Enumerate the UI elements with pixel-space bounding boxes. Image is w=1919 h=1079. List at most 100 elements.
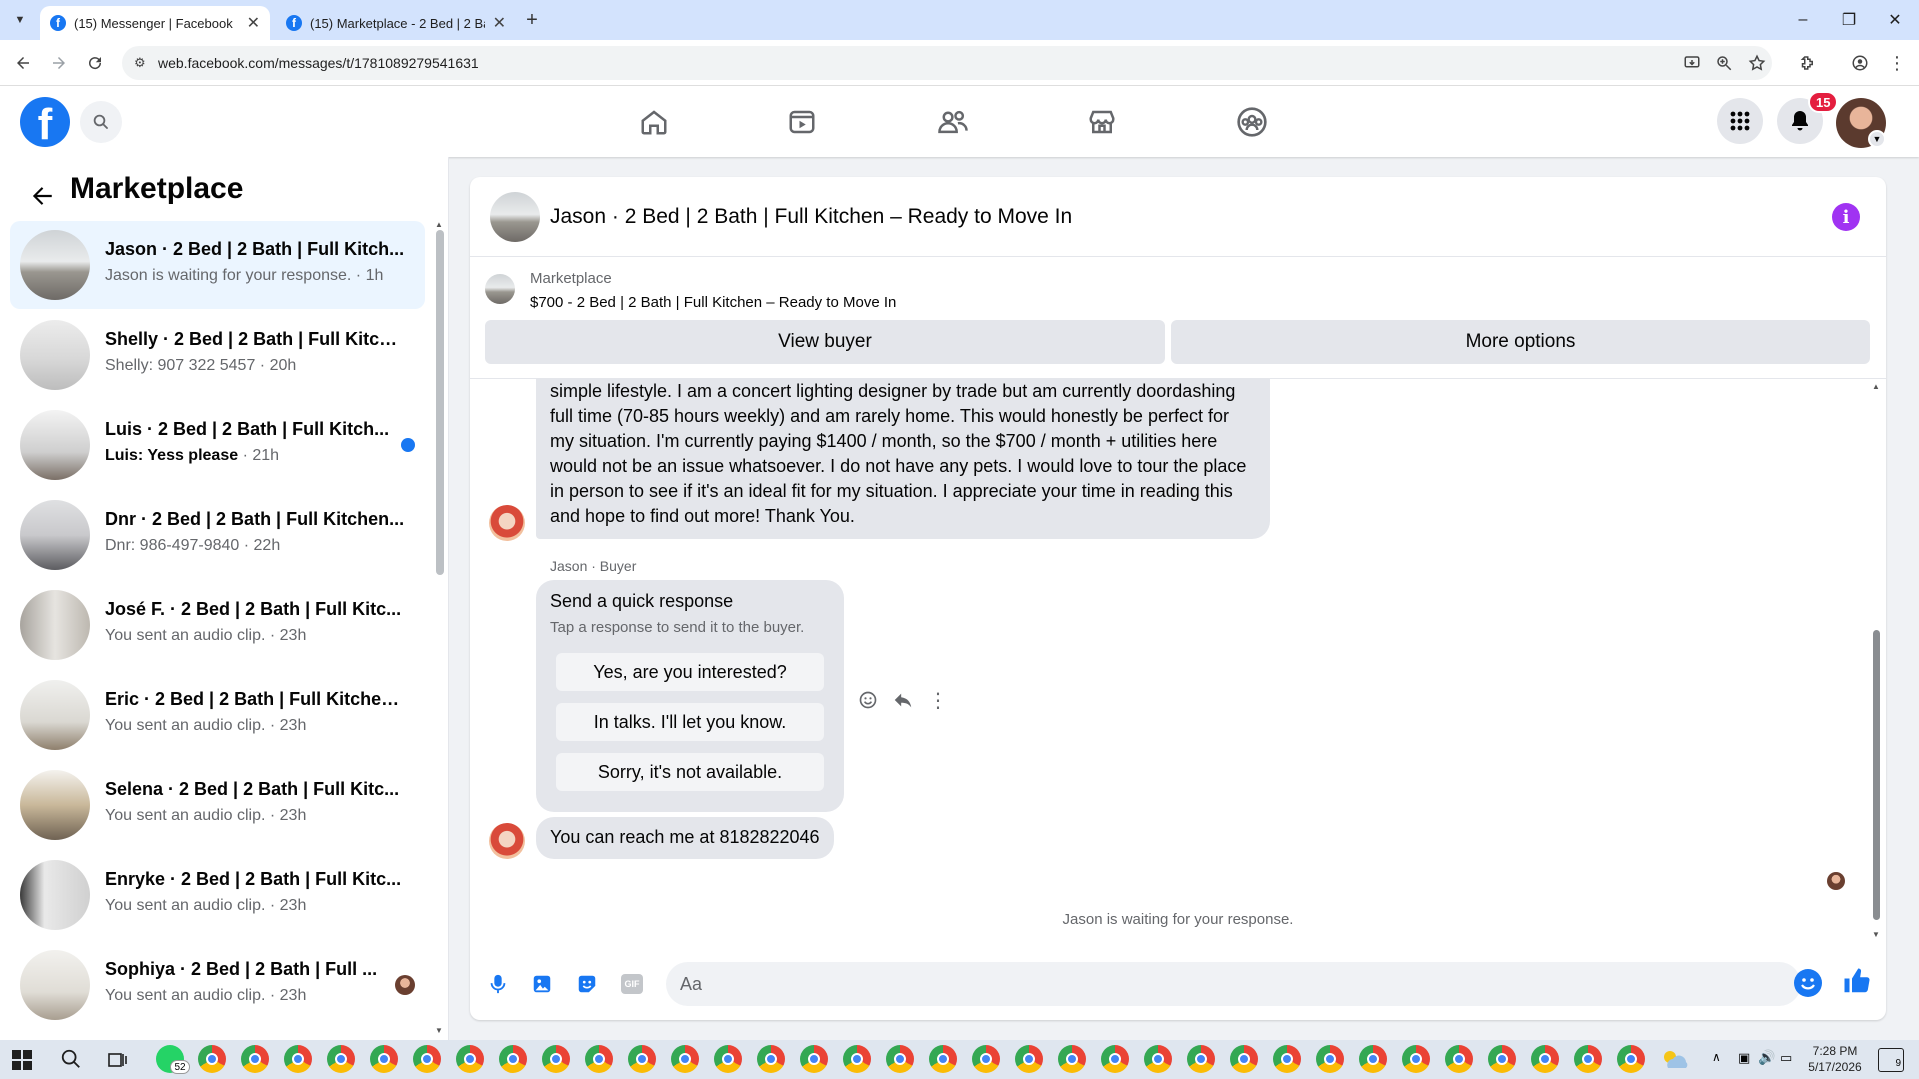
chrome-taskbar-icon[interactable] (929, 1045, 957, 1073)
notification-center-icon[interactable]: 9 (1878, 1048, 1904, 1072)
message-input[interactable]: Aa (666, 962, 1801, 1006)
chrome-taskbar-icon[interactable] (972, 1045, 1000, 1073)
chrome-taskbar-icon[interactable] (1574, 1045, 1602, 1073)
chrome-taskbar-icon[interactable] (886, 1045, 914, 1073)
new-tab-button[interactable]: + (520, 8, 544, 32)
chrome-taskbar-icon[interactable] (757, 1045, 785, 1073)
search-button[interactable] (80, 101, 122, 143)
conversation-item[interactable]: Shelly · 2 Bed | 2 Bath | Full Kitch... S… (10, 311, 425, 399)
chrome-taskbar-icon[interactable] (1230, 1045, 1258, 1073)
task-view-icon[interactable] (108, 1050, 128, 1070)
react-emoji-icon[interactable] (854, 686, 882, 714)
chrome-taskbar-icon[interactable] (542, 1045, 570, 1073)
taskbar-clock[interactable]: 7:28 PM 5/17/2026 (1800, 1043, 1870, 1075)
chrome-taskbar-icon[interactable] (1359, 1045, 1387, 1073)
facebook-logo-icon[interactable]: f (20, 97, 70, 147)
chrome-taskbar-icon[interactable] (1144, 1045, 1172, 1073)
conversation-item[interactable]: Dnr · 2 Bed | 2 Bath | Full Kitchen... Dn… (10, 491, 425, 579)
chrome-taskbar-icon[interactable] (198, 1045, 226, 1073)
sticker-icon[interactable] (571, 968, 603, 1000)
listing-title[interactable]: $700 - 2 Bed | 2 Bath | Full Kitchen – R… (530, 294, 896, 311)
more-actions-icon[interactable]: ⋮ (924, 686, 952, 714)
close-tab-icon[interactable]: ✕ (247, 13, 260, 33)
extensions-icon[interactable] (1793, 49, 1821, 77)
sidebar-scroll-up-icon[interactable]: ▲ (435, 220, 443, 229)
menu-kebab-icon[interactable]: ⋮ (1883, 49, 1911, 77)
chrome-taskbar-icon[interactable] (671, 1045, 699, 1073)
back-arrow-button[interactable] (24, 178, 60, 214)
chrome-taskbar-icon[interactable] (1531, 1045, 1559, 1073)
microphone-icon[interactable] (482, 968, 514, 1000)
chrome-taskbar-icon[interactable] (1488, 1045, 1516, 1073)
chrome-taskbar-icon[interactable] (1015, 1045, 1043, 1073)
chrome-taskbar-icon[interactable] (585, 1045, 613, 1073)
bookmark-star-icon[interactable] (1743, 49, 1771, 77)
emoji-icon[interactable] (1794, 969, 1822, 997)
profile-icon[interactable] (1846, 49, 1874, 77)
message-bubble[interactable]: You can reach me at 8182822046 (536, 817, 834, 859)
close-window-button[interactable]: ✕ (1872, 0, 1918, 40)
gif-icon[interactable]: GIF (616, 968, 648, 1000)
tab-messenger[interactable]: f (15) Messenger | Facebook ✕ (40, 6, 270, 40)
reload-button[interactable] (80, 48, 110, 78)
chrome-taskbar-icon[interactable] (628, 1045, 656, 1073)
groups-icon[interactable] (1230, 104, 1274, 140)
sender-avatar[interactable] (489, 505, 525, 541)
video-icon[interactable] (780, 104, 824, 140)
chat-title[interactable]: Jason · 2 Bed | 2 Bath | Full Kitchen – … (550, 205, 1072, 229)
conversation-item[interactable]: Luis · 2 Bed | 2 Bath | Full Kitch... Lui… (10, 401, 425, 489)
info-icon[interactable]: i (1832, 203, 1860, 231)
tab-search-button[interactable]: ▼ (8, 8, 32, 32)
conversation-item[interactable]: Jason · 2 Bed | 2 Bath | Full Kitch... Ja… (10, 221, 425, 309)
chrome-taskbar-icon[interactable] (1617, 1045, 1645, 1073)
chrome-taskbar-icon[interactable] (284, 1045, 312, 1073)
forward-button[interactable] (44, 48, 74, 78)
photo-icon[interactable] (526, 968, 558, 1000)
quick-response-option[interactable]: Yes, are you interested? (556, 653, 824, 691)
minimize-button[interactable]: – (1780, 0, 1826, 40)
chrome-taskbar-icon[interactable] (1402, 1045, 1430, 1073)
quick-response-option[interactable]: Sorry, it's not available. (556, 753, 824, 791)
tray-volume-icon[interactable]: 🔊 (1758, 1049, 1775, 1066)
chrome-taskbar-icon[interactable] (241, 1045, 269, 1073)
chrome-taskbar-icon[interactable] (714, 1045, 742, 1073)
menu-grid-button[interactable] (1717, 98, 1763, 144)
restore-button[interactable]: ❐ (1826, 0, 1872, 40)
chrome-taskbar-icon[interactable] (499, 1045, 527, 1073)
friends-icon[interactable] (931, 104, 975, 140)
zoom-icon[interactable] (1710, 49, 1738, 77)
listing-thumbnail[interactable] (490, 192, 540, 242)
close-tab-icon[interactable]: ✕ (493, 13, 506, 33)
chrome-taskbar-icon[interactable] (1101, 1045, 1129, 1073)
site-info-icon[interactable]: ⚙ (134, 55, 146, 71)
account-chevron-icon[interactable]: ▼ (1868, 130, 1886, 148)
more-options-button[interactable]: More options (1171, 320, 1870, 364)
back-button[interactable] (8, 48, 38, 78)
chrome-taskbar-icon[interactable] (800, 1045, 828, 1073)
tray-display-icon[interactable]: ▭ (1780, 1050, 1792, 1066)
sidebar-scrollbar[interactable] (436, 230, 444, 575)
tray-chevron-icon[interactable]: ∧ (1712, 1050, 1721, 1064)
sender-avatar[interactable] (489, 823, 525, 859)
chrome-taskbar-icon[interactable] (1058, 1045, 1086, 1073)
weather-icon[interactable] (1660, 1048, 1690, 1070)
home-icon[interactable] (632, 104, 676, 140)
start-windows-icon[interactable] (12, 1050, 32, 1070)
chrome-taskbar-icon[interactable] (413, 1045, 441, 1073)
chrome-taskbar-icon[interactable] (1445, 1045, 1473, 1073)
pinned-listing-thumbnail[interactable] (485, 274, 515, 304)
conversation-item[interactable]: Enryke · 2 Bed | 2 Bath | Full Kitc... Yo… (10, 851, 425, 939)
tray-network-icon[interactable]: ▣ (1738, 1050, 1750, 1066)
message-bubble[interactable]: simple lifestyle. I am a concert lightin… (536, 379, 1270, 539)
tab-marketplace[interactable]: f (15) Marketplace - 2 Bed | 2 Bat ✕ (276, 6, 516, 40)
view-buyer-button[interactable]: View buyer (485, 320, 1165, 364)
conversation-item[interactable]: Sophiya · 2 Bed | 2 Bath | Full ... You s… (10, 941, 425, 1029)
address-bar[interactable]: ⚙ web.facebook.com/messages/t/1781089279… (122, 46, 1772, 80)
reply-icon[interactable] (889, 686, 917, 714)
chrome-taskbar-icon[interactable] (1316, 1045, 1344, 1073)
marketplace-icon[interactable] (1080, 104, 1124, 140)
taskbar-search-icon[interactable] (60, 1048, 82, 1070)
sidebar-scroll-down-icon[interactable]: ▼ (435, 1026, 443, 1035)
conversation-item[interactable]: José F. · 2 Bed | 2 Bath | Full Kitc... Y… (10, 581, 425, 669)
conversation-item[interactable]: Selena · 2 Bed | 2 Bath | Full Kitc... Yo… (10, 761, 425, 849)
